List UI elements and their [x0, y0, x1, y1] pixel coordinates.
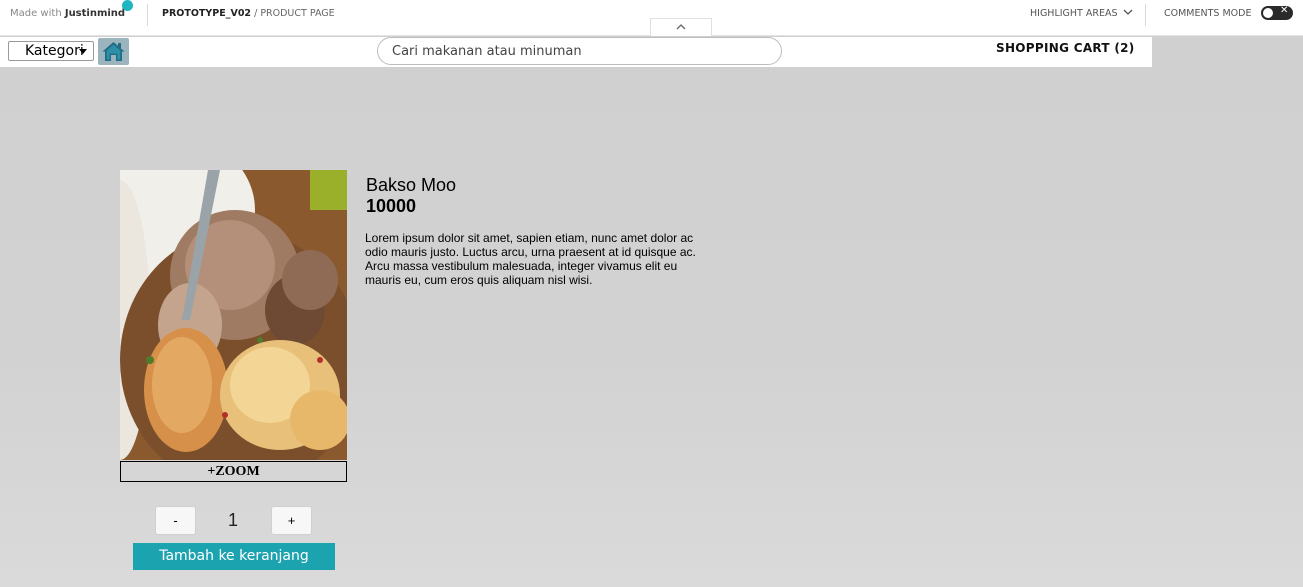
prototype-toolbar: Made with Justinmind PROTOTYPE_V02 / PRO…	[0, 0, 1303, 36]
brand-name: Justinmind	[64, 8, 126, 19]
add-to-cart-button[interactable]: Tambah ke keranjang	[133, 543, 335, 570]
category-dropdown[interactable]: Kategori	[8, 41, 94, 61]
chevron-down-icon	[1123, 9, 1133, 15]
made-with-text: Made with	[10, 8, 62, 19]
quantity-value: 1	[227, 510, 238, 530]
divider	[147, 4, 148, 26]
product-price: 10000	[366, 196, 417, 216]
divider	[1145, 4, 1146, 26]
highlight-areas-dropdown[interactable]: HIGHLIGHT AREAS	[1030, 8, 1133, 19]
decrease-quantity-button[interactable]: -	[155, 506, 196, 535]
comments-mode-toggle[interactable]: ✕	[1261, 5, 1293, 20]
home-button[interactable]	[98, 38, 129, 65]
zoom-button[interactable]: +ZOOM	[120, 461, 347, 482]
product-name: Bakso Moo	[366, 175, 457, 195]
product-description: Lorem ipsum dolor sit amet, sapien etiam…	[365, 231, 696, 287]
collapse-toolbar-button[interactable]	[650, 18, 712, 36]
bakso-photo	[120, 170, 347, 460]
breadcrumb-separator: /	[254, 8, 258, 19]
comments-mode-label: COMMENTS MODE	[1164, 8, 1252, 19]
site-header: Kategori SHOPPING CART (2)	[0, 37, 1152, 67]
made-with-label[interactable]: Made with Justinmind	[10, 8, 125, 19]
category-label: Kategori	[25, 43, 84, 59]
caret-down-icon	[79, 49, 87, 54]
product-image[interactable]	[120, 170, 347, 460]
brand-dot-icon	[122, 0, 133, 11]
page-name: PRODUCT PAGE	[260, 8, 335, 19]
increase-quantity-button[interactable]: +	[271, 506, 312, 535]
close-icon: ✕	[1280, 5, 1289, 16]
search-input[interactable]	[377, 37, 782, 65]
highlight-areas-label: HIGHLIGHT AREAS	[1030, 8, 1118, 19]
home-icon	[102, 42, 125, 61]
breadcrumb: PROTOTYPE_V02 / PRODUCT PAGE	[162, 8, 335, 19]
chevron-up-icon	[676, 24, 686, 30]
toggle-knob	[1263, 8, 1273, 18]
project-name[interactable]: PROTOTYPE_V02	[162, 8, 251, 19]
shopping-cart-link[interactable]: SHOPPING CART (2)	[996, 41, 1135, 55]
